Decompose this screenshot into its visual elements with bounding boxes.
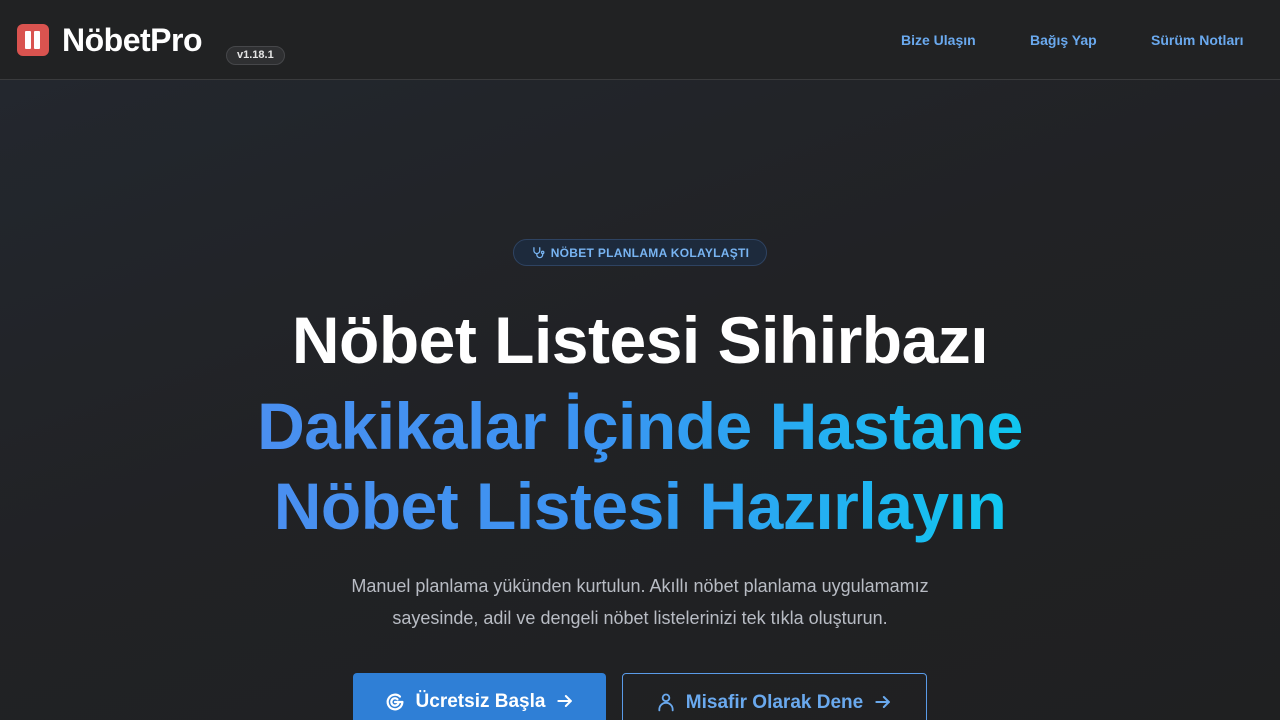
- google-icon: [384, 691, 406, 719]
- version-badge: v1.18.1: [226, 46, 285, 65]
- hero-subtitle-line1: Dakikalar İçinde Hastane: [0, 386, 1280, 466]
- brand-name[interactable]: NöbetPro: [62, 20, 203, 60]
- hero-description-line2: sayesinde, adil ve dengeli nöbet listele…: [392, 608, 888, 628]
- nav-donate-link[interactable]: Bağış Yap: [1030, 31, 1097, 49]
- user-icon: [656, 692, 676, 718]
- arrow-right-icon: [555, 691, 575, 717]
- try-as-guest-button[interactable]: Misafir Olarak Dene: [622, 673, 927, 720]
- hero-badge-label: NÖBET PLANLAMA KOLAYLAŞTI: [550, 245, 750, 260]
- hero-subtitle-line2-text: Nöbet Listesi Hazırlayın: [273, 469, 1007, 543]
- start-free-button[interactable]: Ücretsiz Başla: [353, 673, 606, 720]
- hero-title: Nöbet Listesi Sihirbazı: [291, 303, 989, 377]
- stethoscope-icon: [531, 246, 545, 260]
- hero-description-line1: Manuel planlama yükünden kurtulun. Akıll…: [351, 576, 929, 596]
- arrow-right-icon: [873, 692, 893, 718]
- hero-subtitle-line2: Nöbet Listesi Hazırlayın: [0, 466, 1280, 546]
- nav-release-notes-link[interactable]: Sürüm Notları: [1151, 31, 1244, 49]
- hero-badge: NÖBET PLANLAMA KOLAYLAŞTI: [513, 239, 767, 266]
- logo-columns-icon[interactable]: [17, 24, 49, 56]
- hero-description: Manuel planlama yükünden kurtulun. Akıll…: [290, 570, 990, 634]
- nav-contact-link[interactable]: Bize Ulaşın: [901, 31, 976, 49]
- try-as-guest-button-label: Misafir Olarak Dene: [685, 692, 864, 713]
- top-header: NöbetPro v1.18.1 Bize Ulaşın Bağış Yap S…: [0, 0, 1280, 80]
- hero-subtitle-line1-text: Dakikalar İçinde Hastane: [257, 389, 1023, 463]
- start-free-button-label: Ücretsiz Başla: [415, 691, 546, 712]
